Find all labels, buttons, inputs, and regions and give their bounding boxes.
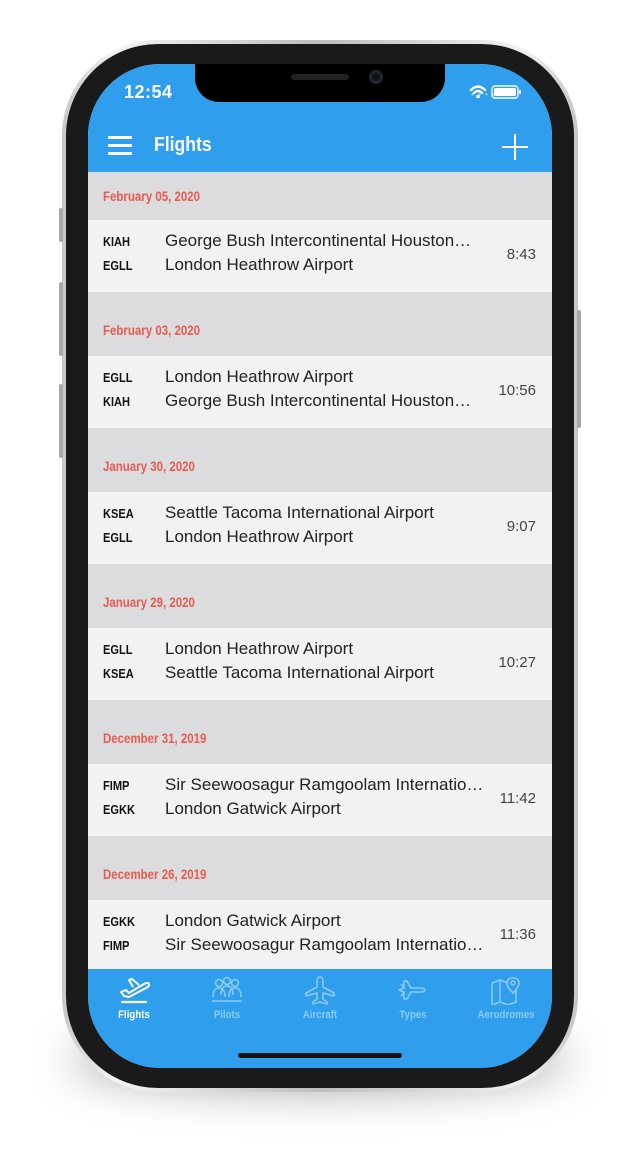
flight-row[interactable]: EGLL London Heathrow Airport KIAH George… [88, 356, 552, 428]
flight-row[interactable]: EGLL London Heathrow Airport KSEA Seattl… [88, 628, 552, 700]
flight-duration: 11:42 [499, 790, 536, 807]
volume-down-button [59, 384, 63, 458]
departure-airport: Seattle Tacoma International Airport [165, 503, 435, 522]
tab-label: Aerodromes [477, 1009, 535, 1021]
arrival-airport: George Bush Intercontinental Houston… [165, 391, 472, 410]
arrival-code: FIMP [103, 938, 130, 953]
departure-airport: Sir Seewoosagur Ramgoolam Internatio… [165, 775, 484, 794]
departure-airport: London Heathrow Airport [165, 367, 354, 386]
notch [195, 64, 445, 102]
flight-row[interactable]: FIMP Sir Seewoosagur Ramgoolam Internati… [88, 764, 552, 836]
power-button [577, 310, 581, 428]
tab-label: Types [399, 1009, 427, 1021]
tab-label: Flights [118, 1009, 150, 1021]
arrival-code: KIAH [103, 394, 131, 409]
navigation-bar: Flights [88, 124, 552, 172]
wifi-icon [469, 85, 487, 99]
departure-code: EGLL [103, 370, 133, 385]
plane-takeoff-icon [120, 978, 151, 1004]
arrival-airport: London Heathrow Airport [165, 255, 354, 274]
battery-icon [491, 85, 521, 99]
departure-code: EGLL [103, 642, 133, 657]
departure-code: FIMP [103, 778, 130, 793]
map-pin-icon [491, 977, 520, 1005]
hamburger-menu-icon[interactable] [108, 136, 132, 156]
arrival-airport: London Heathrow Airport [165, 527, 354, 546]
section-date: February 05, 2020 [103, 188, 201, 204]
arrival-code: EGKK [103, 802, 135, 817]
section-date: February 03, 2020 [103, 322, 201, 338]
flight-duration: 11:36 [499, 926, 536, 943]
home-indicator[interactable] [238, 1053, 402, 1058]
tab-types[interactable]: Types [367, 975, 459, 1035]
tab-label: Aircraft [302, 1009, 338, 1021]
section-header: January 29, 2020 [88, 564, 552, 628]
departure-code: EGKK [103, 914, 135, 929]
arrival-airport: Seattle Tacoma International Airport [165, 663, 435, 682]
status-time: 12:54 [124, 82, 173, 102]
tab-flights[interactable]: Flights [88, 975, 180, 1035]
section-date: January 29, 2020 [103, 594, 195, 610]
flight-duration: 8:43 [506, 246, 536, 263]
section-date: December 31, 2019 [103, 730, 207, 746]
flight-duration: 10:27 [498, 654, 536, 671]
departure-code: KIAH [103, 234, 131, 249]
tab-aircraft[interactable]: Aircraft [274, 975, 366, 1035]
section-header: December 26, 2019 [88, 836, 552, 900]
section-header: January 30, 2020 [88, 428, 552, 492]
section-header: February 05, 2020 [88, 172, 552, 220]
speaker [291, 74, 349, 80]
flights-list[interactable]: February 05, 2020 KIAH George Bush Inter… [88, 172, 552, 972]
arrival-code: KSEA [103, 666, 134, 681]
section-header: December 31, 2019 [88, 700, 552, 764]
tab-label: Pilots [213, 1009, 241, 1021]
departure-code: KSEA [103, 506, 134, 521]
volume-up-button [59, 282, 63, 356]
tab-aerodromes[interactable]: Aerodromes [460, 975, 552, 1035]
add-flight-icon[interactable] [502, 134, 528, 160]
flight-row[interactable]: KSEA Seattle Tacoma International Airpor… [88, 492, 552, 564]
flight-row[interactable]: EGKK London Gatwick Airport FIMP Sir See… [88, 900, 552, 972]
arrival-airport: Sir Seewoosagur Ramgoolam Internatio… [165, 935, 484, 954]
tab-bar: Flights Pilots Aircraft Types Aerodromes [88, 969, 552, 1068]
flight-duration: 10:56 [498, 382, 536, 399]
arrival-code: EGLL [103, 258, 133, 273]
flight-duration: 9:07 [506, 518, 536, 535]
flight-row[interactable]: KIAH George Bush Intercontinental Housto… [88, 220, 552, 292]
section-header: February 03, 2020 [88, 292, 552, 356]
status-icons [469, 85, 521, 99]
departure-airport: George Bush Intercontinental Houston… [165, 231, 472, 250]
status-bar: 12:54 • • • • [88, 64, 552, 124]
section-date: January 30, 2020 [103, 458, 195, 474]
departure-airport: London Heathrow Airport [165, 639, 354, 658]
people-icon [212, 976, 242, 1002]
arrival-airport: London Gatwick Airport [165, 799, 341, 818]
airplane-icon [305, 976, 335, 1005]
departure-airport: London Gatwick Airport [165, 911, 341, 930]
page-title: Flights [154, 134, 212, 156]
arrival-code: EGLL [103, 530, 133, 545]
jet-icon [398, 980, 426, 1000]
front-camera [369, 70, 383, 84]
section-date: December 26, 2019 [103, 866, 207, 882]
tab-pilots[interactable]: Pilots [181, 975, 273, 1035]
phone-screen: 12:54 • • • • Flights February 05, 2020 … [88, 64, 552, 1068]
mute-switch [59, 208, 63, 242]
